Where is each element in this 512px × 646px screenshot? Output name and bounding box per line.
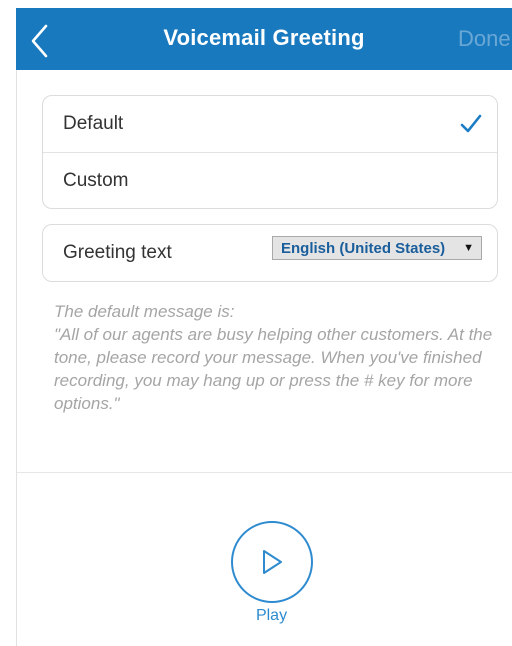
play-control: Play: [229, 521, 314, 625]
default-message-description: The default message is: "All of our agen…: [54, 300, 499, 415]
section-divider: [17, 472, 512, 473]
option-custom[interactable]: Custom: [43, 152, 497, 208]
language-selected-value: English (United States): [281, 239, 446, 257]
page-title: Voicemail Greeting: [163, 25, 365, 50]
navigation-bar: Voicemail Greeting Done: [16, 8, 512, 70]
left-edge-rule: [16, 70, 17, 646]
default-message-body: "All of our agents are busy helping othe…: [54, 325, 493, 413]
greeting-text-label: Greeting text: [63, 242, 172, 263]
option-default-label: Default: [63, 113, 124, 134]
option-custom-label: Custom: [63, 169, 129, 191]
play-button[interactable]: [230, 521, 313, 603]
greeting-type-options: Default Custom: [42, 95, 498, 209]
greeting-text-row: Greeting text English (United States) ▼: [42, 224, 498, 282]
play-icon: [262, 550, 282, 574]
checkmark-icon: [460, 114, 482, 133]
dropdown-arrow-icon: ▼: [463, 242, 474, 254]
language-select[interactable]: English (United States) ▼: [272, 236, 482, 260]
done-button[interactable]: Done: [458, 26, 511, 52]
option-default[interactable]: Default: [43, 96, 497, 152]
voicemail-greeting-screen: Voicemail Greeting Done Default Custom G…: [0, 0, 512, 646]
default-message-intro: The default message is:: [54, 302, 235, 321]
play-label[interactable]: Play: [256, 607, 287, 625]
